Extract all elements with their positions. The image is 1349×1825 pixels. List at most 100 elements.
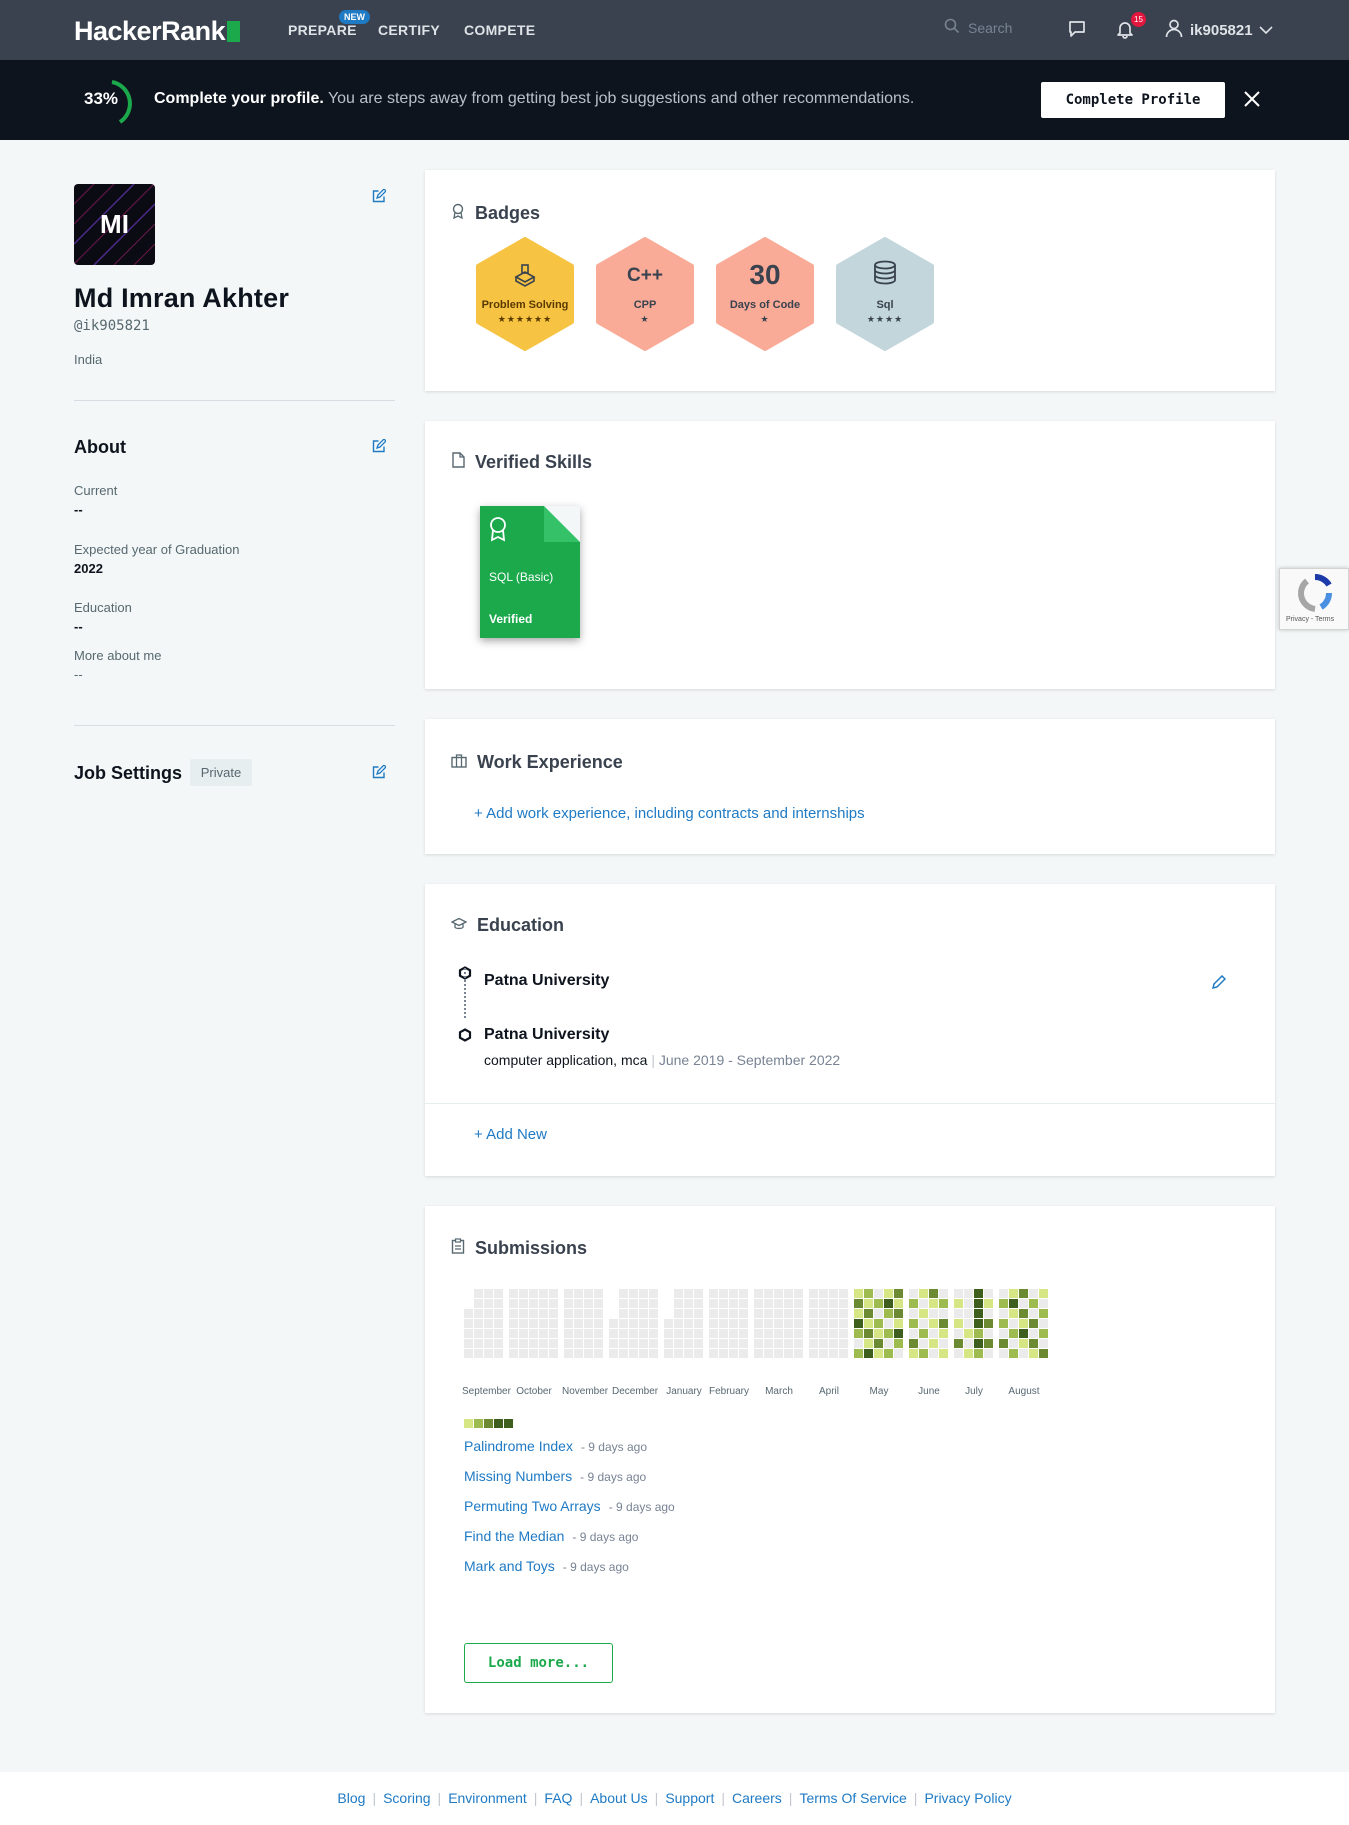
user-menu[interactable]: ik905821 bbox=[1164, 18, 1273, 42]
ribbon-icon bbox=[490, 517, 506, 542]
submission-heatmap bbox=[464, 1289, 1048, 1358]
heatmap-cell bbox=[999, 1329, 1008, 1338]
heatmap-cell bbox=[929, 1349, 938, 1358]
footer-link-faq[interactable]: FAQ bbox=[544, 1790, 572, 1806]
submission-link[interactable]: Missing Numbers bbox=[464, 1468, 572, 1484]
heatmap-cell bbox=[684, 1299, 693, 1308]
footer-link-careers[interactable]: Careers bbox=[732, 1790, 782, 1806]
nav-prepare[interactable]: PREPARE bbox=[288, 22, 357, 38]
heatmap-cell bbox=[519, 1339, 528, 1348]
submission-link[interactable]: Palindrome Index bbox=[464, 1438, 573, 1454]
heatmap-cell bbox=[564, 1289, 573, 1298]
heatmap-cell bbox=[864, 1309, 873, 1318]
submission-item: Mark and Toys - 9 days ago bbox=[464, 1558, 629, 1574]
heatmap-cell bbox=[854, 1329, 863, 1338]
recaptcha-widget[interactable]: Privacy - Terms bbox=[1279, 568, 1349, 630]
heatmap-cell bbox=[464, 1329, 473, 1338]
heatmap-cell bbox=[539, 1309, 548, 1318]
heatmap-cell bbox=[729, 1349, 738, 1358]
footer-link-privacy-policy[interactable]: Privacy Policy bbox=[924, 1790, 1011, 1806]
search-input[interactable]: Search bbox=[944, 18, 1012, 37]
heatmap-cell bbox=[819, 1329, 828, 1338]
heatmap-cell bbox=[764, 1309, 773, 1318]
edit-about-icon[interactable] bbox=[372, 438, 387, 457]
footer-link-scoring[interactable]: Scoring bbox=[383, 1790, 430, 1806]
username: ik905821 bbox=[1190, 21, 1253, 39]
heatmap-cell bbox=[854, 1299, 863, 1308]
heatmap-cell bbox=[854, 1339, 863, 1348]
footer-link-support[interactable]: Support bbox=[665, 1790, 714, 1806]
heatmap-cell bbox=[784, 1319, 793, 1328]
edit-education-icon[interactable] bbox=[1211, 974, 1227, 994]
heatmap-cell bbox=[694, 1309, 703, 1318]
badge-cpp[interactable]: C++ CPP ★ bbox=[593, 237, 697, 351]
edit-job-settings-icon[interactable] bbox=[372, 764, 387, 783]
promo-text: Complete your profile. You are steps awa… bbox=[154, 90, 914, 108]
edit-profile-icon[interactable] bbox=[372, 188, 387, 207]
heatmap-cell bbox=[519, 1289, 528, 1298]
heatmap-cell bbox=[474, 1309, 483, 1318]
skill-name: SQL (Basic) bbox=[489, 570, 554, 584]
nav-certify[interactable]: CERTIFY bbox=[378, 22, 440, 38]
heatmap-cell bbox=[494, 1319, 503, 1328]
skill-fold bbox=[544, 506, 580, 542]
footer-separator: | bbox=[372, 1790, 377, 1806]
badge-sql[interactable]: Sql ★★★★ bbox=[833, 237, 937, 351]
new-badge: NEW bbox=[339, 10, 370, 24]
nav-compete[interactable]: COMPETE bbox=[464, 22, 535, 38]
footer-link-terms-of-service[interactable]: Terms Of Service bbox=[799, 1790, 906, 1806]
heatmap-cell bbox=[529, 1319, 538, 1328]
heatmap-cell bbox=[549, 1339, 558, 1348]
submissions-title: Submissions bbox=[475, 1238, 588, 1258]
footer-separator: | bbox=[721, 1790, 725, 1806]
heatmap-cell bbox=[764, 1319, 773, 1328]
footer-link-blog[interactable]: Blog bbox=[337, 1790, 365, 1806]
heatmap-cell bbox=[629, 1339, 638, 1348]
complete-profile-button[interactable]: Complete Profile bbox=[1041, 82, 1225, 118]
heatmap-cell bbox=[874, 1329, 883, 1338]
heatmap-cell bbox=[809, 1329, 818, 1338]
heatmap-cell bbox=[539, 1329, 548, 1338]
footer-link-about-us[interactable]: About Us bbox=[590, 1790, 648, 1806]
heatmap-cell bbox=[954, 1309, 963, 1318]
heatmap-cell bbox=[674, 1309, 683, 1318]
avatar-initials: MI bbox=[100, 209, 129, 239]
heatmap-cell bbox=[854, 1289, 863, 1298]
add-new-education-link[interactable]: + Add New bbox=[474, 1126, 547, 1143]
heatmap-cell bbox=[864, 1329, 873, 1338]
heatmap-cell bbox=[1039, 1309, 1048, 1318]
badge-30-days-of-code[interactable]: 30 Days of Code ★ bbox=[713, 237, 817, 351]
load-more-button[interactable]: Load more... bbox=[464, 1643, 613, 1683]
heatmap-cell bbox=[549, 1349, 558, 1358]
submission-link[interactable]: Permuting Two Arrays bbox=[464, 1498, 601, 1514]
submission-link[interactable]: Mark and Toys bbox=[464, 1558, 555, 1574]
graduation-cap-icon bbox=[450, 915, 477, 936]
submission-link[interactable]: Find the Median bbox=[464, 1528, 564, 1544]
profile-country: India bbox=[74, 352, 103, 367]
heatmap-cell bbox=[874, 1309, 883, 1318]
heatmap-cell bbox=[519, 1299, 528, 1308]
heatmap-cell bbox=[619, 1309, 628, 1318]
hackerrank-logo[interactable]: HackerRank bbox=[74, 16, 241, 47]
heatmap-cell bbox=[774, 1329, 783, 1338]
add-work-experience-link[interactable]: + Add work experience, including contrac… bbox=[474, 805, 865, 822]
heatmap-cell bbox=[819, 1349, 828, 1358]
heatmap-cell bbox=[939, 1299, 948, 1308]
heatmap-cell bbox=[909, 1309, 918, 1318]
heatmap-cell bbox=[494, 1339, 503, 1348]
verified-skills-title: Verified Skills bbox=[475, 452, 593, 472]
heatmap-cell bbox=[984, 1339, 993, 1348]
heatmap-cell bbox=[819, 1319, 828, 1328]
heatmap-cell bbox=[529, 1329, 538, 1338]
heatmap-cell bbox=[584, 1329, 593, 1338]
heatmap-cell bbox=[564, 1299, 573, 1308]
skill-certificate[interactable]: SQL (Basic) Verified bbox=[480, 506, 580, 638]
heatmap-cell bbox=[609, 1329, 618, 1338]
close-icon[interactable] bbox=[1243, 88, 1261, 112]
heatmap-cell bbox=[674, 1289, 683, 1298]
chat-icon[interactable] bbox=[1067, 19, 1087, 43]
footer-link-environment[interactable]: Environment bbox=[448, 1790, 527, 1806]
badge-problem-solving[interactable]: Problem Solving ★★★★★★ bbox=[473, 237, 577, 351]
heatmap-cell bbox=[954, 1319, 963, 1328]
heatmap-cell bbox=[709, 1349, 718, 1358]
